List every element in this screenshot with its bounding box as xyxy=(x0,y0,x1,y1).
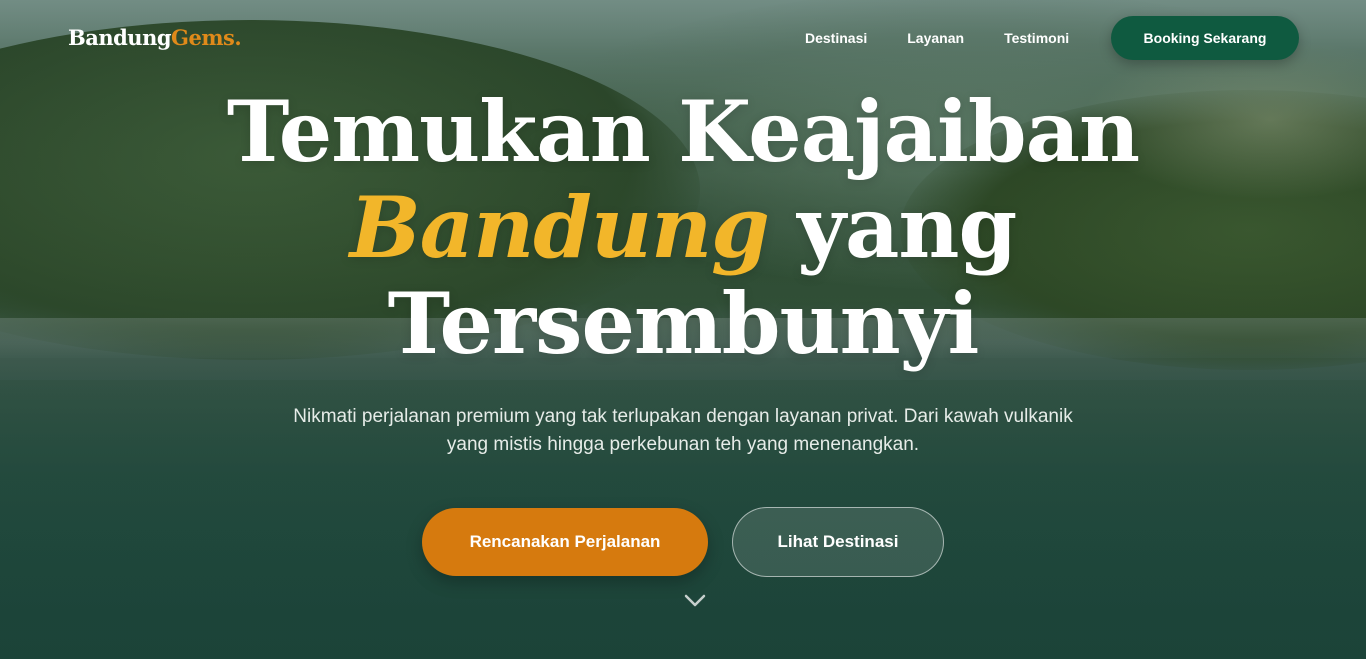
logo-main: Bandung xyxy=(68,25,172,50)
hero-title-line2: Bandung yang xyxy=(0,180,1366,276)
logo-accent: Gems. xyxy=(171,25,242,50)
plan-trip-button[interactable]: Rencanakan Perjalanan xyxy=(422,508,708,576)
hero-subtitle-line1: Nikmati perjalanan premium yang tak terl… xyxy=(293,406,1073,427)
view-destinations-button[interactable]: Lihat Destinasi xyxy=(732,507,944,577)
hero-title-line2-rest: yang xyxy=(768,178,1017,277)
hero-title: Temukan Keajaiban Bandung yang Tersembun… xyxy=(0,84,1366,372)
chevron-down-icon[interactable] xyxy=(683,591,707,609)
booking-button[interactable]: Booking Sekarang xyxy=(1111,16,1299,60)
hero-subtitle: Nikmati perjalanan premium yang tak terl… xyxy=(233,403,1133,459)
hero-title-line1: Temukan Keajaiban xyxy=(226,82,1140,181)
logo[interactable]: BandungGems. xyxy=(68,25,242,50)
nav-links: Destinasi Layanan Testimoni xyxy=(805,30,1069,46)
nav-link-testimoni[interactable]: Testimoni xyxy=(1004,30,1069,46)
nav-link-destinasi[interactable]: Destinasi xyxy=(805,30,867,46)
navbar: BandungGems. Destinasi Layanan Testimoni… xyxy=(0,0,1366,78)
hero-title-highlight: Bandung xyxy=(349,178,770,277)
nav-link-layanan[interactable]: Layanan xyxy=(907,30,964,46)
hero-subtitle-line2: yang mistis hingga perkebunan teh yang m… xyxy=(446,434,920,455)
hero-title-line3: Tersembunyi xyxy=(387,274,980,373)
